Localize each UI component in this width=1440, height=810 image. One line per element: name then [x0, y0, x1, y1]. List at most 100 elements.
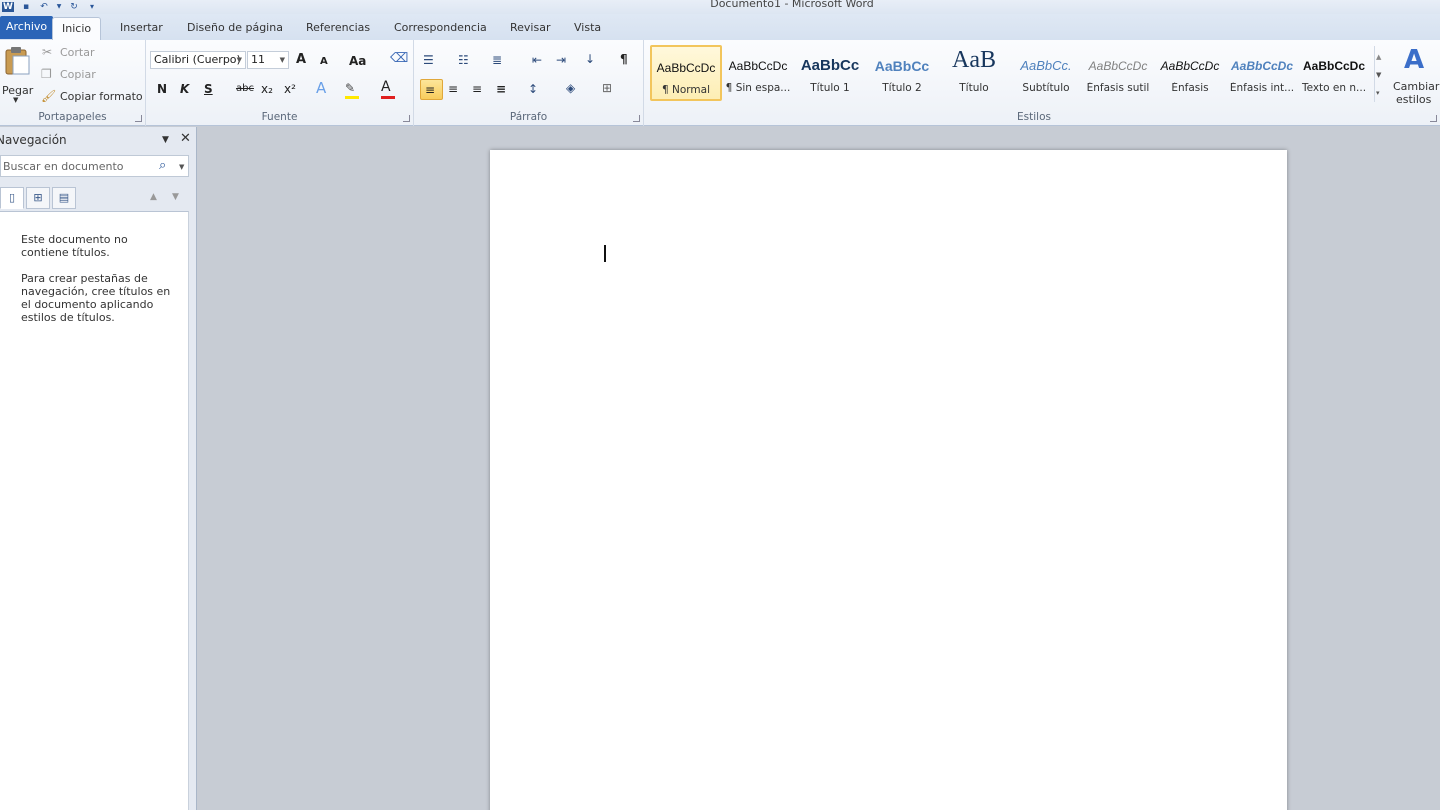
paste-button[interactable]: Pegar ▼: [0, 44, 34, 106]
tab-diseno-pagina[interactable]: Diseño de página: [178, 17, 292, 40]
italic-button[interactable]: K: [180, 82, 189, 96]
style-subtitulo[interactable]: AaBbCc. Subtítulo: [1010, 45, 1082, 101]
superscript-button[interactable]: x²: [284, 82, 296, 96]
tab-archivo[interactable]: Archivo: [0, 16, 54, 39]
clear-format-icon[interactable]: ⌫: [390, 52, 408, 66]
bold-button[interactable]: N: [157, 82, 167, 96]
headings-icon: ▯: [8, 191, 16, 204]
group-clipboard: Pegar ▼ ✂ Cortar ❐ Copiar 🖌 Copiar forma…: [0, 40, 146, 126]
change-styles-button[interactable]: A Cambiar estilos: [1390, 44, 1439, 108]
group-label-paragraph: Párrafo: [509, 111, 548, 123]
style-name: ¶ Normal: [661, 84, 710, 96]
style-enfasis-intenso[interactable]: AaBbCcDc Énfasis int...: [1226, 45, 1298, 101]
style-name: Título: [959, 82, 989, 94]
shading-icon[interactable]: ◈: [566, 81, 575, 95]
multilevel-list-icon[interactable]: ≣: [492, 53, 502, 67]
more-styles-icon[interactable]: ▾: [1376, 86, 1380, 100]
grow-font-button[interactable]: A: [296, 53, 306, 67]
increase-indent-icon[interactable]: ⇥: [556, 53, 566, 67]
text-cursor: [604, 245, 606, 262]
search-input[interactable]: Buscar en documento ⌕ ▼: [0, 155, 189, 177]
justify-icon[interactable]: ≡: [496, 82, 506, 96]
line-spacing-icon[interactable]: ↕: [528, 82, 538, 96]
previous-heading-icon[interactable]: ▲: [150, 190, 157, 204]
next-heading-icon[interactable]: ▼: [172, 190, 179, 204]
chevron-down-icon[interactable]: ▼: [1376, 68, 1381, 82]
style-preview: AaBbCcDc: [656, 61, 716, 75]
navigation-body: Este documento no contiene títulos. Para…: [0, 211, 189, 810]
styles-gallery: AaBbCcDc ¶ Normal AaBbCcDc ¶ Sin espa...…: [650, 45, 1372, 101]
style-preview: AaBbCc.: [1020, 58, 1072, 73]
text-effects-icon[interactable]: A: [316, 81, 326, 96]
font-family-select[interactable]: Calibri (Cuerpo) ▼: [150, 51, 246, 69]
clipboard-icon: [5, 47, 30, 75]
style-name: Énfasis int...: [1229, 82, 1295, 94]
copy-button[interactable]: Copiar: [60, 68, 96, 81]
tab-vista[interactable]: Vista: [565, 17, 610, 40]
change-case-button[interactable]: Aa: [349, 54, 366, 68]
paragraph-launcher-icon[interactable]: [633, 115, 640, 122]
search-options-icon[interactable]: ▼: [179, 160, 184, 174]
align-center-icon[interactable]: ≡: [448, 82, 458, 96]
numbering-icon[interactable]: ☷: [458, 53, 469, 67]
change-styles-label-2: estilos: [1396, 93, 1432, 106]
close-icon[interactable]: ✕: [180, 132, 191, 146]
clipboard-launcher-icon[interactable]: [135, 115, 142, 122]
style-enfasis-sutil[interactable]: AaBbCcDc Énfasis sutil: [1082, 45, 1154, 101]
window-title: Documento1 - Microsoft Word: [710, 0, 874, 10]
cut-button[interactable]: Cortar: [60, 46, 95, 59]
styles-gallery-scroll[interactable]: ▲ ▼ ▾: [1374, 46, 1387, 102]
chevron-up-icon[interactable]: ▲: [1376, 50, 1381, 64]
tab-revisar[interactable]: Revisar: [501, 17, 559, 40]
decrease-indent-icon[interactable]: ⇤: [532, 53, 542, 67]
style-preview: AaB: [952, 47, 996, 73]
ribbon: Pegar ▼ ✂ Cortar ❐ Copiar 🖌 Copiar forma…: [0, 40, 1440, 126]
show-marks-button[interactable]: ¶: [620, 52, 628, 66]
style-enfasis[interactable]: AaBbCcDc Énfasis: [1154, 45, 1226, 101]
format-painter-button[interactable]: Copiar formato: [60, 90, 143, 103]
group-paragraph: ☰ ☷ ≣ ⇤ ⇥ ↓ ¶ ≡ ≡ ≡ ≡ ↕ ◈ ⊞ Párrafo: [414, 40, 644, 126]
bullets-icon[interactable]: ☰: [423, 53, 434, 67]
tab-inicio[interactable]: Inicio: [52, 17, 102, 40]
style-texto-negrita[interactable]: AaBbCcDc Texto en n...: [1298, 45, 1370, 101]
tab-headings[interactable]: ▯: [0, 187, 24, 209]
tab-results[interactable]: ▤: [52, 187, 76, 209]
paste-dropdown-icon[interactable]: ▼: [13, 96, 18, 104]
pane-options-icon[interactable]: ▼: [162, 133, 169, 147]
strikethrough-button[interactable]: abc: [236, 82, 254, 96]
highlight-icon[interactable]: ✎: [345, 81, 355, 95]
align-right-icon[interactable]: ≡: [472, 82, 482, 96]
style-name: Título 1: [810, 82, 850, 94]
group-label-styles: Estilos: [1017, 111, 1051, 123]
search-icon[interactable]: ⌕: [159, 159, 166, 173]
align-left-icon: ≡: [425, 83, 436, 97]
style-titulo[interactable]: AaB Título: [938, 45, 1010, 101]
title-bar: W ▪ ↶ ▼ ↻ ▾ Documento1 - Microsoft Word: [0, 0, 1440, 14]
style-preview: AaBbCcDc: [1160, 59, 1220, 73]
document-page[interactable]: [490, 150, 1287, 810]
font-launcher-icon[interactable]: [403, 115, 410, 122]
tab-pages[interactable]: ⊞: [26, 187, 50, 209]
results-icon: ▤: [58, 191, 70, 204]
group-label-font: Fuente: [261, 111, 298, 123]
subscript-button[interactable]: x₂: [261, 82, 273, 96]
shrink-font-button[interactable]: A: [320, 55, 328, 69]
style-preview: AaBbCcDc: [1088, 59, 1148, 73]
style-titulo-1[interactable]: AaBbCc Título 1: [794, 45, 866, 101]
tab-correspondencia[interactable]: Correspondencia: [385, 17, 496, 40]
align-left-button[interactable]: ≡: [420, 79, 443, 100]
styles-launcher-icon[interactable]: [1430, 115, 1437, 122]
chevron-down-icon: ▼: [236, 56, 242, 64]
font-color-icon[interactable]: A: [381, 80, 391, 94]
tab-insertar[interactable]: Insertar: [111, 17, 172, 40]
style-titulo-2[interactable]: AaBbCc Título 2: [866, 45, 938, 101]
style-normal[interactable]: AaBbCcDc ¶ Normal: [650, 45, 722, 101]
sort-icon[interactable]: ↓: [585, 52, 595, 66]
underline-button[interactable]: S: [204, 82, 213, 96]
font-size-select[interactable]: 11 ▼: [247, 51, 289, 69]
style-sin-espaciado[interactable]: AaBbCcDc ¶ Sin espa...: [722, 45, 794, 101]
change-styles-icon: A: [1403, 45, 1425, 75]
borders-icon[interactable]: ⊞: [602, 81, 612, 95]
tab-referencias[interactable]: Referencias: [297, 17, 379, 40]
cut-icon: ✂: [42, 45, 53, 59]
